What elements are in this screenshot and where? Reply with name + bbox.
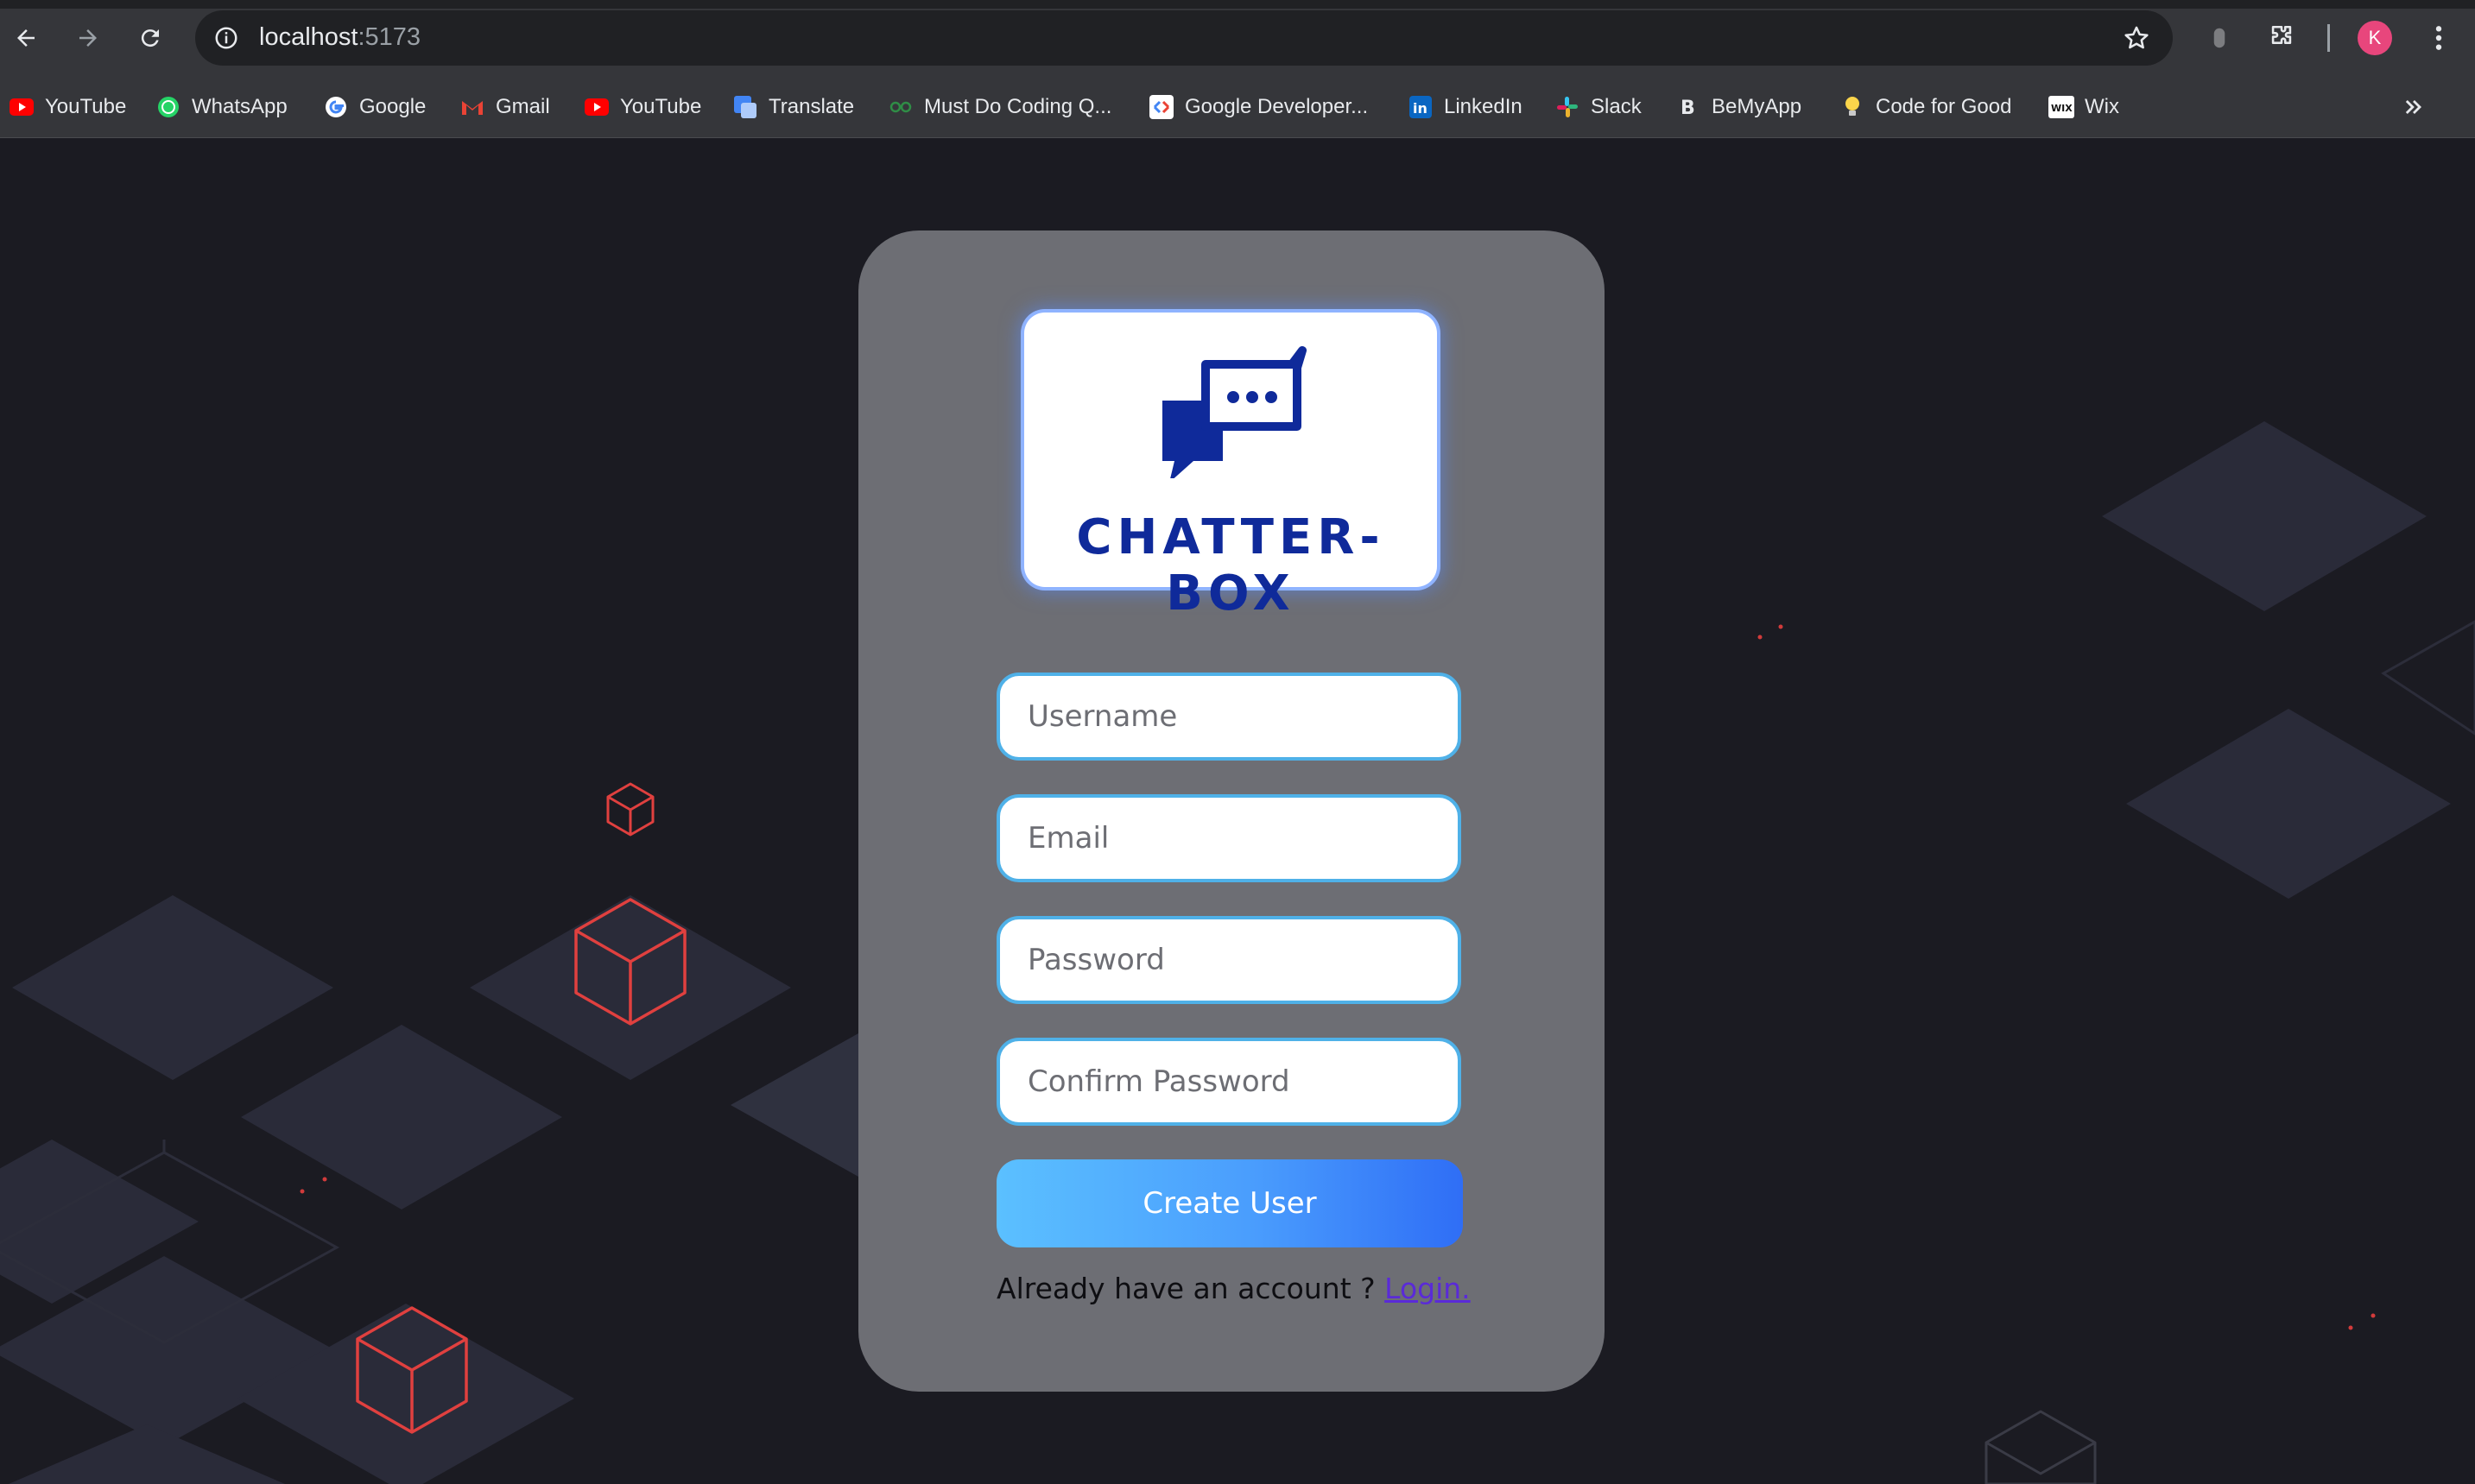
confirm-password-input[interactable] <box>997 1038 1461 1126</box>
bookmark-linkedin[interactable]: in LinkedIn <box>1408 92 1522 123</box>
bookmark-wix[interactable]: WIX Wix <box>2048 92 2119 123</box>
url-port: :5173 <box>358 23 421 51</box>
bookmark-label: WhatsApp <box>192 95 288 118</box>
google-developers-icon <box>1149 94 1174 120</box>
more-bookmarks-icon[interactable] <box>2396 90 2431 124</box>
svg-text:WIX: WIX <box>2051 103 2073 114</box>
lightbulb-icon <box>1839 94 1865 120</box>
bookmark-code-for-good[interactable]: Code for Good <box>1839 92 2011 123</box>
bookmark-must-do-coding[interactable]: Must Do Coding Q... <box>888 92 1111 123</box>
bookmark-label: Wix <box>2085 95 2119 118</box>
tab-strip <box>0 0 2475 9</box>
profile-avatar[interactable]: K <box>2358 21 2392 55</box>
google-icon <box>323 94 349 120</box>
browser-chrome: localhost:5173 K YouTube WhatsApp Google… <box>0 0 2475 138</box>
bookmark-translate[interactable]: Translate <box>732 92 854 123</box>
bookmark-label: LinkedIn <box>1444 95 1522 118</box>
bookmark-label: Must Do Coding Q... <box>924 95 1112 118</box>
bemyapp-icon: B <box>1675 94 1701 120</box>
login-prompt-text: Already have an account ? <box>997 1272 1385 1305</box>
extension-icon[interactable] <box>2197 16 2242 60</box>
bookmark-label: Gmail <box>496 95 550 118</box>
chat-bubbles-icon <box>1162 346 1307 478</box>
cube-icon <box>606 782 655 837</box>
create-user-button[interactable]: Create User <box>997 1159 1463 1247</box>
bookmark-label: Google <box>359 95 427 118</box>
bookmark-bemyapp[interactable]: B BeMyApp <box>1675 92 1801 123</box>
linkedin-icon: in <box>1408 94 1434 120</box>
forward-button[interactable] <box>66 16 111 60</box>
bookmark-youtube-2[interactable]: YouTube <box>584 92 701 123</box>
login-link[interactable]: Login. <box>1384 1272 1471 1305</box>
url-text: localhost:5173 <box>259 23 421 52</box>
bookmark-label: Slack <box>1591 95 1642 118</box>
wix-icon: WIX <box>2048 94 2074 120</box>
svg-text:B: B <box>1681 98 1695 119</box>
bookmark-star-icon[interactable] <box>2117 19 2155 57</box>
email-input[interactable] <box>997 794 1461 882</box>
gmail-icon <box>459 94 485 120</box>
bookmark-label: Translate <box>769 95 855 118</box>
bookmark-label: Code for Good <box>1876 95 2012 118</box>
youtube-icon <box>9 94 35 120</box>
bookmark-label: YouTube <box>620 95 702 118</box>
reload-icon <box>141 29 159 47</box>
bookmark-label: BeMyApp <box>1712 95 1802 118</box>
logo-text: CHATTER-BOX <box>1076 509 1385 622</box>
bookmark-whatsapp[interactable]: WhatsApp <box>155 92 288 123</box>
whatsapp-icon <box>155 94 181 120</box>
signup-card: CHATTER-BOX Create User Already have an … <box>858 230 1605 1392</box>
slack-icon <box>1554 94 1580 120</box>
bookmark-label: Google Developer... <box>1185 95 1369 118</box>
bookmark-youtube[interactable]: YouTube <box>9 92 126 123</box>
username-input[interactable] <box>997 673 1461 761</box>
login-prompt: Already have an account ? Login. <box>997 1272 1515 1305</box>
geeksforgeeks-icon <box>888 94 914 120</box>
extensions-puzzle-icon[interactable] <box>2259 16 2304 60</box>
forward-arrow-icon <box>79 29 97 47</box>
bookmark-google[interactable]: Google <box>323 92 426 123</box>
bookmark-label: YouTube <box>45 95 127 118</box>
toolbar-separator <box>2327 24 2330 52</box>
url-host: localhost <box>259 23 358 51</box>
menu-dots-icon[interactable] <box>2416 16 2461 60</box>
address-bar[interactable]: localhost:5173 <box>195 10 2173 66</box>
youtube-icon <box>584 94 610 120</box>
translate-icon <box>732 94 758 120</box>
bookmark-google-developer[interactable]: Google Developer... <box>1149 92 1368 123</box>
back-arrow-icon <box>17 29 35 47</box>
bookmark-slack[interactable]: Slack <box>1554 92 1642 123</box>
svg-text:in: in <box>1413 100 1427 117</box>
bookmarks-bar: YouTube WhatsApp Google Gmail YouTube Tr… <box>0 83 2475 131</box>
site-info-icon[interactable] <box>209 21 244 55</box>
back-button[interactable] <box>3 16 48 60</box>
password-input[interactable] <box>997 916 1461 1004</box>
reload-button[interactable] <box>128 16 173 60</box>
app-logo: CHATTER-BOX <box>1024 313 1437 622</box>
bookmark-gmail[interactable]: Gmail <box>459 92 550 123</box>
